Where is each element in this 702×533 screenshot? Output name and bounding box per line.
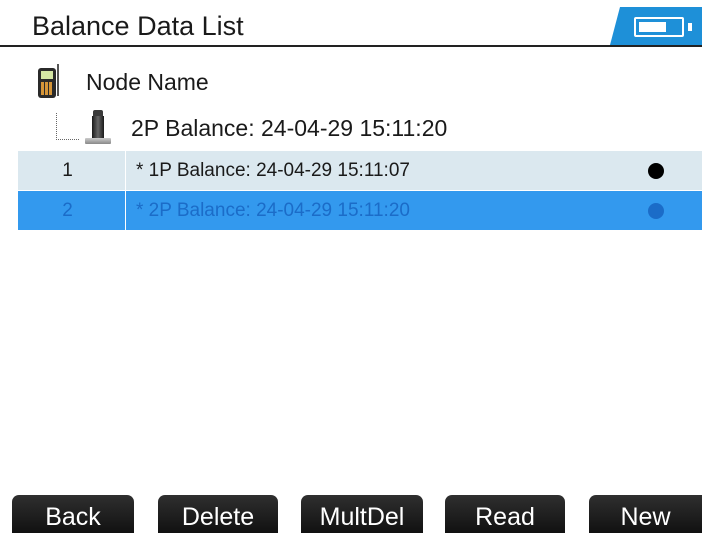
- button-bar: Back Delete MultDel Read New: [0, 495, 702, 533]
- back-button[interactable]: Back: [12, 495, 134, 533]
- battery-cap: [688, 23, 692, 31]
- battery-indicator: [610, 7, 702, 45]
- status-dot-icon: [648, 203, 664, 219]
- tree-root-node[interactable]: Node Name: [36, 63, 209, 101]
- list-item[interactable]: 1 * 1P Balance: 24-04-29 15:11:07: [18, 151, 702, 191]
- tree-child-label: 2P Balance: 24-04-29 15:11:20: [131, 114, 448, 141]
- row-index: 2: [18, 191, 126, 230]
- tree-child-node[interactable]: 2P Balance: 24-04-29 15:11:20: [56, 108, 447, 148]
- battery-icon: [634, 17, 684, 37]
- balance-data-list: 1 * 1P Balance: 24-04-29 15:11:07 2 * 2P…: [18, 151, 702, 231]
- meter-icon: [36, 64, 62, 100]
- tree-root-label: Node Name: [86, 68, 209, 95]
- title-bar: Balance Data List: [0, 0, 702, 47]
- tree-connector: [56, 112, 79, 140]
- row-name: * 2P Balance: 24-04-29 15:11:20: [136, 199, 410, 221]
- list-item-selected[interactable]: 2 * 2P Balance: 24-04-29 15:11:20: [18, 191, 702, 231]
- read-button[interactable]: Read: [445, 495, 565, 533]
- row-name: * 1P Balance: 24-04-29 15:11:07: [136, 159, 410, 181]
- status-dot-icon: [648, 163, 664, 179]
- row-index: 1: [18, 151, 126, 190]
- sensor-icon: [83, 108, 113, 148]
- new-button[interactable]: New: [589, 495, 702, 533]
- multi-delete-button[interactable]: MultDel: [301, 495, 423, 533]
- battery-level: [639, 22, 666, 32]
- delete-button[interactable]: Delete: [158, 495, 278, 533]
- page-title: Balance Data List: [32, 11, 244, 41]
